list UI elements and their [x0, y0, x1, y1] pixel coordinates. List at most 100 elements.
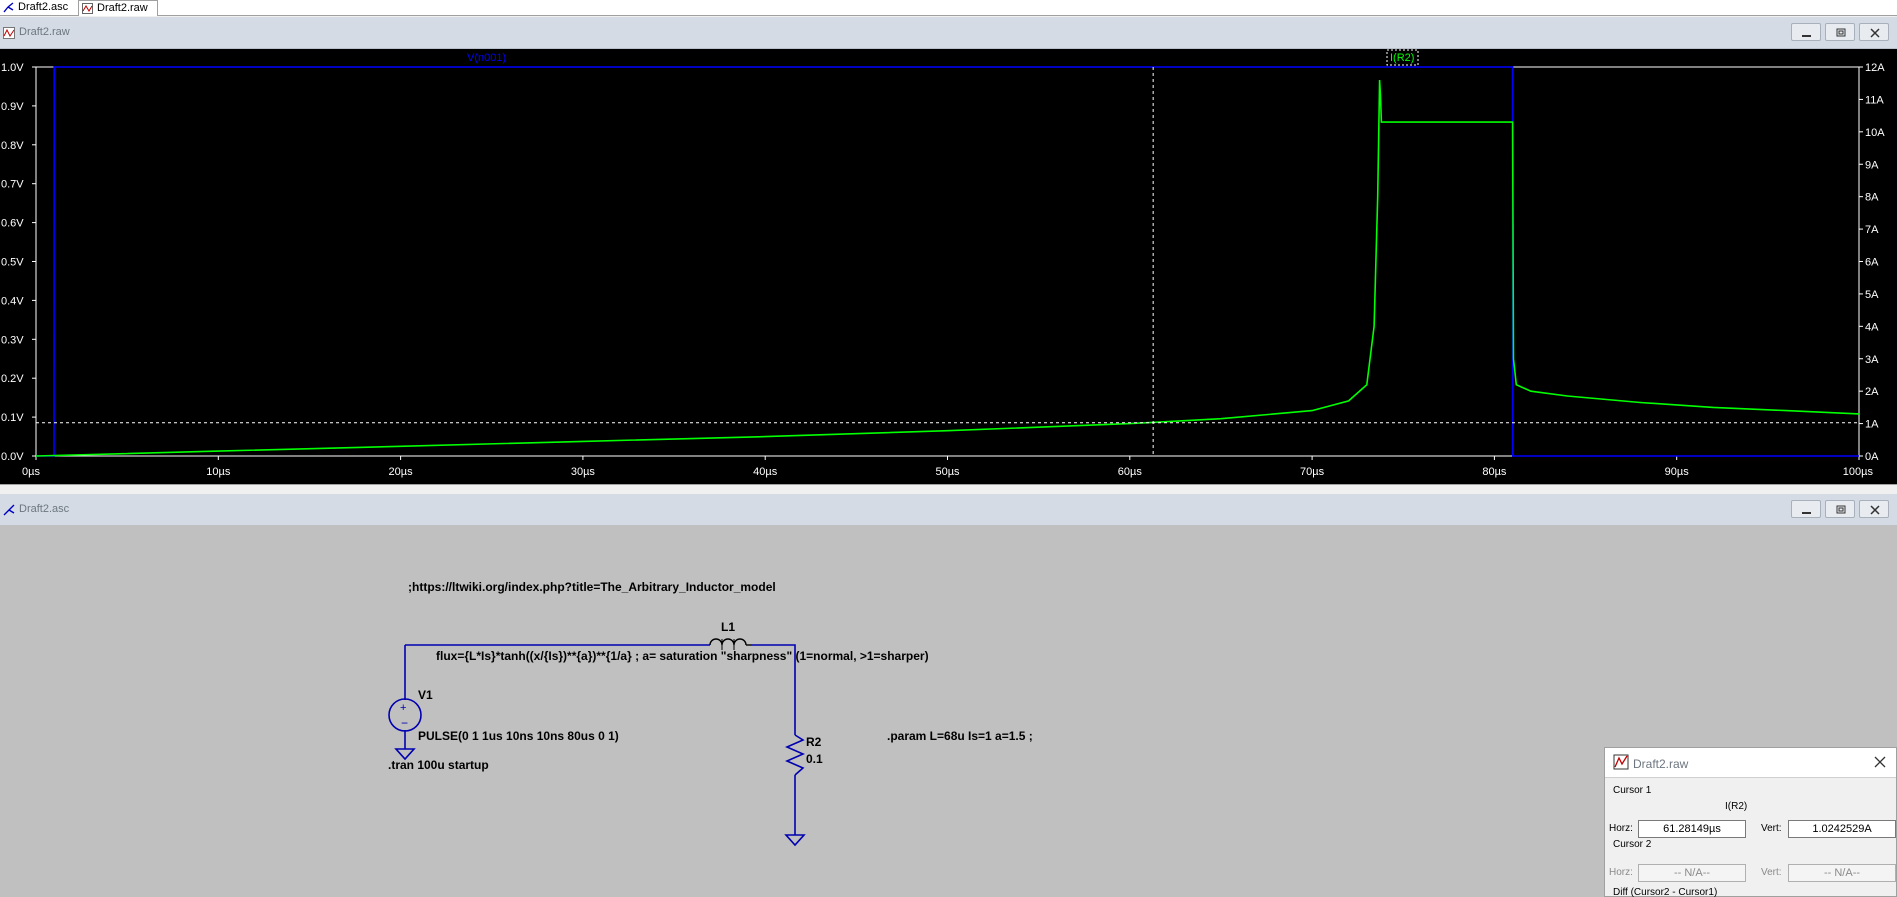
close-button[interactable]	[1859, 23, 1889, 41]
x-tick-label: 80µs	[1482, 466, 1507, 478]
x-tick-label: 90µs	[1665, 466, 1690, 478]
waveform-plot[interactable]: 0.0V 0.1V 0.2V 0.3V 0.4V 0.5V 0.6V 0.7V 0.8V 0.9V…	[0, 49, 1897, 484]
document-tab-bar: Draft2.asc Draft2.raw	[0, 0, 1897, 16]
x-tick-label: 70µs	[1300, 466, 1325, 478]
cursor-window-icon	[1613, 754, 1629, 770]
cursor-window-title: Draft2.raw	[1633, 757, 1689, 771]
cursor-window-titlebar[interactable]: Draft2.raw	[1605, 748, 1896, 778]
minimize-button[interactable]	[1791, 23, 1821, 41]
cursor1-horz-label: Horz:	[1609, 823, 1633, 834]
waveform-plot-pane[interactable]: 0.0V 0.1V 0.2V 0.3V 0.4V 0.5V 0.6V 0.7V 0.8V 0.9V…	[0, 49, 1897, 484]
tab-waveform-label: Draft2.raw	[97, 2, 148, 14]
flux-expression[interactable]: flux={L*Is}*tanh((x/{Is})**{a})**{1/a} ;…	[436, 649, 929, 663]
x-tick-label: 100µs	[1843, 466, 1874, 478]
schematic-restore-button[interactable]	[1825, 500, 1855, 518]
cursor-readout-window[interactable]: Draft2.raw Cursor 1 I(R2) Horz: 61.28149…	[1604, 747, 1897, 897]
trace-label-vn001: V(n001)	[467, 52, 506, 64]
minimize-icon	[1802, 35, 1811, 37]
y-right-tick-label: 9A	[1865, 159, 1879, 171]
cursor2-label: Cursor 2	[1613, 839, 1652, 850]
minimize-icon	[1802, 512, 1811, 514]
schematic-window-titlebar[interactable]: Draft2.asc	[0, 494, 1897, 526]
cursor1-vert-label: Vert:	[1761, 823, 1782, 834]
schematic-minimize-button[interactable]	[1791, 500, 1821, 518]
waveform-window-titlebar[interactable]: Draft2.raw	[0, 17, 1897, 49]
schematic-comment[interactable]: ;https://ltwiki.org/index.php?title=The_…	[408, 580, 776, 594]
y-right-tick-label: 12A	[1865, 62, 1885, 74]
x-tick-label: 50µs	[935, 466, 960, 478]
y-left-tick-label: 0.0V	[1, 451, 24, 463]
svg-text:−: −	[401, 716, 408, 730]
y-left-tick-label: 0.1V	[1, 412, 24, 424]
y-right-tick-label: 10A	[1865, 127, 1885, 139]
tab-schematic-label: Draft2.asc	[18, 1, 69, 13]
series-layer	[35, 66, 1860, 457]
trace-legend: V(n001) I(R2)	[467, 49, 1419, 66]
y-right-tick-label: 5A	[1865, 289, 1879, 301]
y-right-tick-label: 8A	[1865, 192, 1879, 204]
cursor2-horz-field[interactable]: -- N/A--	[1638, 864, 1746, 882]
y-right-tick-label: 0A	[1865, 451, 1879, 463]
waveform-icon	[82, 3, 93, 14]
schematic-window-title: Draft2.asc	[19, 503, 70, 515]
restore-button[interactable]	[1825, 23, 1855, 41]
cursor1-vert-field[interactable]: 1.0242529A	[1788, 820, 1896, 838]
source-label[interactable]: V1	[418, 688, 433, 702]
y-right-tick-label: 6A	[1865, 257, 1879, 269]
diff-label: Diff (Cursor2 - Cursor1)	[1613, 887, 1718, 897]
y-right-tick-label: 11A	[1865, 94, 1884, 106]
param-directive[interactable]: .param L=68u Is=1 a=1.5 ;	[887, 729, 1033, 743]
y-left-tick-label: 0.9V	[1, 101, 24, 113]
cursor1-trace-name: I(R2)	[1725, 801, 1748, 812]
y-right-tick-label: 4A	[1865, 321, 1879, 333]
y-left-tick-label: 0.7V	[1, 179, 24, 191]
ground-symbol-right[interactable]	[784, 834, 806, 847]
x-tick-label: 0µs	[22, 466, 40, 478]
y-left-tick-label: 0.4V	[1, 295, 24, 307]
y-left-tick-label: 0.6V	[1, 218, 24, 230]
y-right-tick-label: 1A	[1865, 419, 1879, 431]
close-icon[interactable]	[1872, 754, 1888, 770]
cursor1-horz-field[interactable]: 61.28149µs	[1638, 820, 1746, 838]
y-right-axis: 0A 1A 2A 3A 4A 5A 6A 7A 8A 9A 10A 11A 12A	[1859, 62, 1885, 463]
x-tick-label: 20µs	[389, 466, 414, 478]
resistor-label[interactable]: R2	[806, 735, 822, 749]
y-left-tick-label: 0.5V	[1, 257, 24, 269]
y-left-axis: 0.0V 0.1V 0.2V 0.3V 0.4V 0.5V 0.6V 0.7V 0.8V 0.9V…	[1, 62, 36, 463]
close-icon	[1870, 28, 1880, 38]
x-tick-label: 40µs	[753, 466, 778, 478]
y-right-tick-label: 3A	[1865, 354, 1879, 366]
restore-icon	[1836, 505, 1846, 514]
svg-text:+: +	[400, 702, 406, 714]
tab-waveform[interactable]: Draft2.raw	[78, 0, 158, 16]
close-icon	[1870, 505, 1880, 515]
x-tick-label: 30µs	[571, 466, 596, 478]
y-left-tick-label: 0.2V	[1, 373, 24, 385]
voltage-source-v1[interactable]: + −	[388, 698, 422, 732]
cursor1-label: Cursor 1	[1613, 785, 1652, 796]
tran-directive[interactable]: .tran 100u startup	[388, 758, 489, 772]
trace-label-ir2: I(R2)	[1390, 52, 1414, 64]
cursor2-vert-field[interactable]: -- N/A--	[1788, 864, 1896, 882]
x-tick-label: 60µs	[1118, 466, 1143, 478]
pane-divider[interactable]	[0, 484, 1897, 492]
tab-schematic[interactable]: Draft2.asc	[0, 0, 76, 16]
waveform-window-title: Draft2.raw	[19, 26, 70, 38]
y-left-tick-label: 1.0V	[1, 62, 24, 74]
y-left-tick-label: 0.3V	[1, 334, 24, 346]
resistor-r2[interactable]	[785, 734, 805, 776]
restore-icon	[1836, 28, 1846, 37]
series-line-1	[35, 79, 1860, 457]
waveform-window-icon	[3, 27, 15, 39]
cursor2-vert-label: Vert:	[1761, 867, 1782, 878]
x-axis: 0µs 10µs 20µs 30µs 40µs 50µs 60µs 70µs 80µs 90µs 1…	[22, 456, 1873, 478]
inductor-label[interactable]: L1	[721, 620, 735, 634]
x-tick-label: 10µs	[206, 466, 231, 478]
pulse-spec[interactable]: PULSE(0 1 1us 10ns 10ns 80us 0 1)	[418, 729, 619, 743]
schematic-window-icon	[3, 504, 15, 516]
resistor-value[interactable]: 0.1	[806, 752, 823, 766]
y-left-tick-label: 0.8V	[1, 140, 24, 152]
y-right-tick-label: 2A	[1865, 386, 1879, 398]
schematic-close-button[interactable]	[1859, 500, 1889, 518]
schematic-icon	[3, 2, 14, 13]
